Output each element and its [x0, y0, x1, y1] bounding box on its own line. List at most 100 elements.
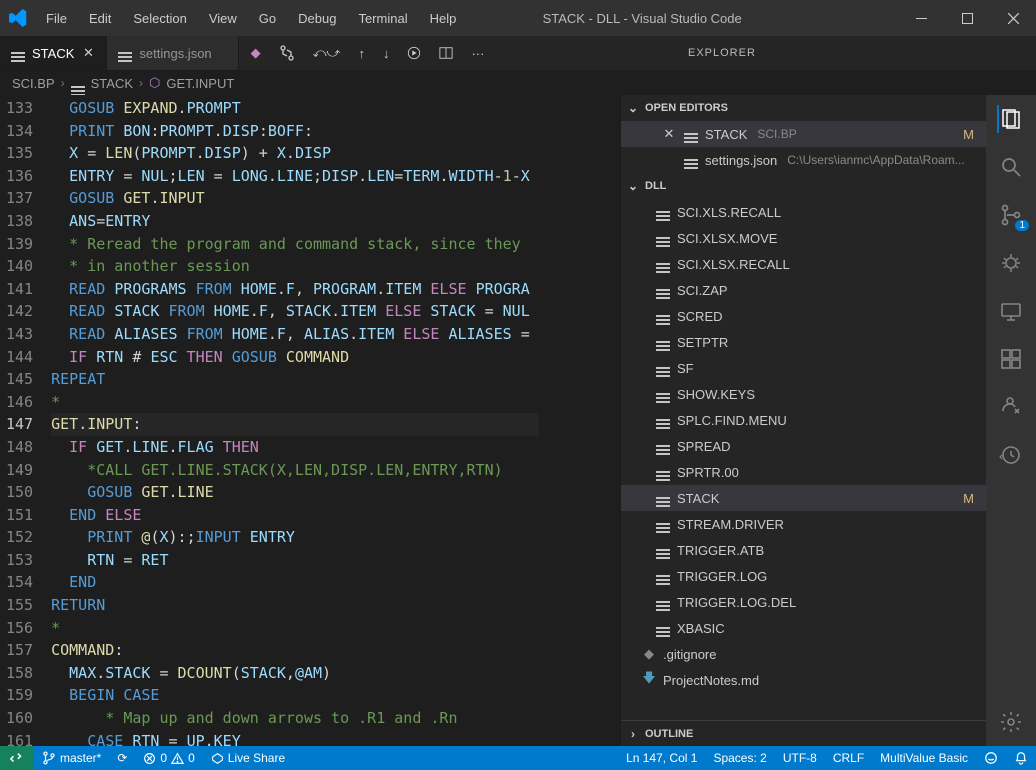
file-tree-item[interactable]: SPRTR.00	[621, 459, 986, 485]
explorer-activity-icon[interactable]	[997, 105, 1025, 133]
file-tree-item[interactable]: SCRED	[621, 303, 986, 329]
breadcrumb-item[interactable]: STACK	[91, 76, 133, 91]
code-line[interactable]: ANS=ENTRY	[51, 210, 539, 233]
code-line[interactable]: END	[51, 571, 539, 594]
file-tree-item[interactable]: STREAM.DRIVER	[621, 511, 986, 537]
open-editors-header[interactable]: ⌄ OPEN EDITORS	[621, 95, 986, 121]
code-content[interactable]: GOSUB EXPAND.PROMPT PRINT BON:PROMPT.DIS…	[51, 95, 539, 746]
code-line[interactable]: PRINT BON:PROMPT.DISP:BOFF:	[51, 120, 539, 143]
file-tree-item[interactable]: SCI.XLSX.MOVE	[621, 225, 986, 251]
file-tree-item[interactable]: SCI.ZAP	[621, 277, 986, 303]
code-line[interactable]: GOSUB GET.LINE	[51, 481, 539, 504]
open-editor-item[interactable]: settings.jsonC:\Users\ianmc\AppData\Roam…	[621, 147, 986, 173]
tab-stack[interactable]: STACK✕	[0, 36, 107, 70]
more-icon[interactable]: ···	[471, 46, 484, 61]
file-tree-item[interactable]: SHOW.KEYS	[621, 381, 986, 407]
problems-status[interactable]: 0 0	[135, 746, 202, 770]
menu-help[interactable]: Help	[420, 5, 467, 32]
breadcrumb-item[interactable]: GET.INPUT	[166, 76, 234, 91]
sync-status[interactable]: ⟳	[109, 746, 135, 770]
file-tree-item[interactable]: 🡇ProjectNotes.md	[621, 667, 986, 693]
file-tree-item[interactable]: TRIGGER.ATB	[621, 537, 986, 563]
eol-status[interactable]: CRLF	[825, 746, 872, 770]
code-line[interactable]: GOSUB GET.INPUT	[51, 187, 539, 210]
code-line[interactable]: COMMAND:	[51, 639, 539, 662]
file-tree-item[interactable]: ◆.gitignore	[621, 641, 986, 667]
code-line[interactable]: CASE RTN = UP.KEY	[51, 730, 539, 746]
code-line[interactable]: *CALL GET.LINE.STACK(X,LEN,DISP.LEN,ENTR…	[51, 459, 539, 482]
code-line[interactable]: RTN = RET	[51, 549, 539, 572]
code-line[interactable]: RETURN	[51, 594, 539, 617]
code-editor[interactable]: 1331341351361371381391401411421431441451…	[0, 95, 620, 746]
file-tree-item[interactable]: TRIGGER.LOG	[621, 563, 986, 589]
file-tree-item[interactable]: SF	[621, 355, 986, 381]
outline-header[interactable]: › OUTLINE	[621, 720, 986, 746]
menu-debug[interactable]: Debug	[288, 5, 346, 32]
code-line[interactable]: END ELSE	[51, 504, 539, 527]
encoding-status[interactable]: UTF-8	[775, 746, 825, 770]
liveshare-status[interactable]: Live Share	[203, 746, 293, 770]
next-change-icon[interactable]: ↓	[383, 46, 390, 61]
file-tree-item[interactable]: SCI.XLSX.RECALL	[621, 251, 986, 277]
search-activity-icon[interactable]	[997, 153, 1025, 181]
code-line[interactable]: *	[51, 391, 539, 414]
maximize-button[interactable]	[944, 0, 990, 36]
folder-header[interactable]: ⌄ DLL	[621, 173, 986, 199]
git-branch-status[interactable]: master*	[34, 746, 109, 770]
file-tree-item[interactable]: STACKM	[621, 485, 986, 511]
feedback-status[interactable]	[976, 746, 1006, 770]
code-line[interactable]: REPEAT	[51, 368, 539, 391]
menu-file[interactable]: File	[36, 5, 77, 32]
code-line[interactable]: READ STACK FROM HOME.F, STACK.ITEM ELSE …	[51, 300, 539, 323]
remote-activity-icon[interactable]	[997, 297, 1025, 325]
file-tree-item[interactable]: SPLC.FIND.MENU	[621, 407, 986, 433]
extensions-activity-icon[interactable]	[997, 345, 1025, 373]
split-editor-icon[interactable]	[439, 46, 453, 60]
menu-selection[interactable]: Selection	[123, 5, 196, 32]
file-tree-item[interactable]: SETPTR	[621, 329, 986, 355]
liveshare-activity-icon[interactable]	[997, 393, 1025, 421]
close-icon[interactable]: ✕	[661, 126, 677, 142]
code-line[interactable]: MAX.STACK = DCOUNT(STACK,@AM)	[51, 662, 539, 685]
tab-settings-json[interactable]: settings.json	[107, 36, 238, 70]
cursor-position-status[interactable]: Ln 147, Col 1	[618, 746, 705, 770]
indentation-status[interactable]: Spaces: 2	[705, 746, 774, 770]
code-line[interactable]: READ ALIASES FROM HOME.F, ALIAS.ITEM ELS…	[51, 323, 539, 346]
code-line[interactable]: IF RTN # ESC THEN GOSUB COMMAND	[51, 346, 539, 369]
language-status[interactable]: MultiValue Basic	[872, 746, 976, 770]
close-window-button[interactable]	[990, 0, 1036, 36]
menu-terminal[interactable]: Terminal	[348, 5, 417, 32]
discard-icon[interactable]: ⤺⤻	[313, 45, 341, 61]
prev-change-icon[interactable]: ↑	[358, 46, 365, 61]
file-tree-item[interactable]: XBASIC	[621, 615, 986, 641]
source-control-activity-icon[interactable]: 1	[997, 201, 1025, 229]
code-line[interactable]: GET.INPUT:	[51, 413, 539, 436]
menu-view[interactable]: View	[199, 5, 247, 32]
code-line[interactable]: BEGIN CASE	[51, 684, 539, 707]
code-line[interactable]: *	[51, 617, 539, 640]
close-tab-icon[interactable]: ✕	[80, 45, 96, 61]
history-activity-icon[interactable]	[997, 441, 1025, 469]
code-line[interactable]: PRINT @(X):;INPUT ENTRY	[51, 526, 539, 549]
git-compare-icon[interactable]	[279, 45, 295, 61]
breadcrumb[interactable]: SCI.BP›STACK›⬡GET.INPUT	[0, 71, 1036, 95]
code-line[interactable]: READ PROGRAMS FROM HOME.F, PROGRAM.ITEM …	[51, 278, 539, 301]
mv-icon[interactable]: ◆	[251, 45, 261, 61]
menu-edit[interactable]: Edit	[79, 5, 121, 32]
file-tree-item[interactable]: SPREAD	[621, 433, 986, 459]
breadcrumb-item[interactable]: SCI.BP	[12, 76, 55, 91]
code-line[interactable]: ENTRY = NUL;LEN = LONG.LINE;DISP.LEN=TER…	[51, 165, 539, 188]
code-line[interactable]: * in another session	[51, 255, 539, 278]
code-line[interactable]: * Reread the program and command stack, …	[51, 233, 539, 256]
remote-status[interactable]	[0, 746, 34, 770]
debug-activity-icon[interactable]	[997, 249, 1025, 277]
code-line[interactable]: * Map up and down arrows to .R1 and .Rn	[51, 707, 539, 730]
notifications-status[interactable]	[1006, 746, 1036, 770]
file-tree-item[interactable]: SCI.XLS.RECALL	[621, 199, 986, 225]
code-line[interactable]: X = LEN(PROMPT.DISP) + X.DISP	[51, 142, 539, 165]
menu-go[interactable]: Go	[249, 5, 286, 32]
code-line[interactable]: IF GET.LINE.FLAG THEN	[51, 436, 539, 459]
open-editor-item[interactable]: ✕STACKSCI.BPM	[621, 121, 986, 147]
run-icon[interactable]	[407, 46, 421, 60]
file-tree-item[interactable]: TRIGGER.LOG.DEL	[621, 589, 986, 615]
